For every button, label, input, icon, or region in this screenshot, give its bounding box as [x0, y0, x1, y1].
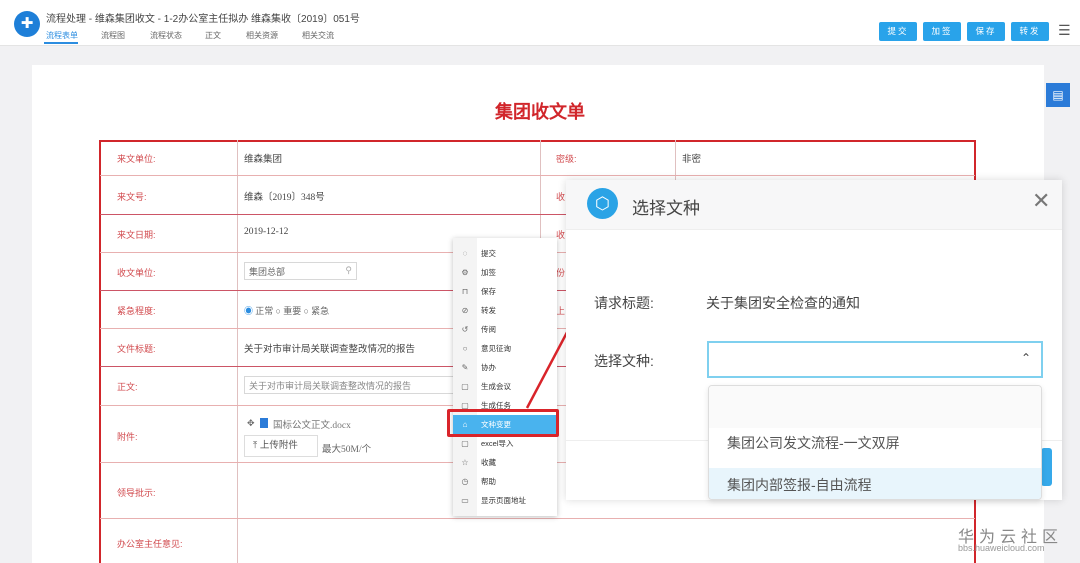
label-body: 正文: — [117, 382, 138, 392]
submit-button[interactable]: 提交 — [879, 22, 917, 41]
menu-item-forward[interactable]: ⊘ 转发 — [453, 301, 557, 320]
menu-item-save[interactable]: ⊓ 保存 — [453, 282, 557, 301]
menu-icon[interactable]: ☰ — [1058, 22, 1071, 39]
menu-item-circulate[interactable]: ↺ 传阅 — [453, 320, 557, 339]
page-title: 流程处理 - 维森集团收文 - 1-2办公室主任拟办 维森集收〔2019〕051… — [46, 14, 360, 25]
value-doc-title: 关于对市审计局关联调查整改情况的报告 — [244, 345, 416, 355]
tab-body[interactable]: 正文 — [205, 30, 221, 41]
tab-discussion[interactable]: 相关交流 — [302, 30, 334, 41]
label-right-2: 收 — [556, 230, 566, 240]
add-sign-button[interactable]: 加签 — [923, 22, 961, 41]
gear-icon: ⚙ — [461, 268, 469, 277]
value-secrecy: 非密 — [682, 155, 702, 165]
circulate-icon: ↺ — [461, 325, 469, 334]
move-icon[interactable]: ✥ — [247, 418, 255, 429]
dropdown-option-empty[interactable] — [709, 386, 1041, 428]
type-dropdown-list: 集团公司发文流程-一文双屏 集团内部签报-自由流程 — [708, 385, 1042, 500]
label-right-1: 收 — [556, 192, 566, 202]
request-title-value: 关于集团安全检查的通知 — [706, 295, 860, 311]
forward-icon: ⊘ — [461, 306, 469, 315]
chevron-up-icon: ⌃ — [1021, 351, 1032, 365]
context-menu: ◌ 提交 ⚙ 加签 ⊓ 保存 ⊘ 转发 ↺ 传阅 ○ 意见征询 ✎ 协办 ▢ 生成会议 ▢ 生成任… — [453, 238, 557, 516]
menu-item-consult[interactable]: ○ 意见征询 — [453, 339, 557, 358]
label-secrecy: 密级: — [556, 154, 577, 164]
label-right-4: 上 — [556, 306, 566, 316]
body-input[interactable]: 关于对市审计局关联调查整改情况的报告 — [244, 376, 454, 394]
receiver-input[interactable]: 集团总部 ⚲ — [244, 262, 357, 280]
label-doc-number: 来文号: — [117, 192, 147, 202]
search-icon: ⚲ — [345, 265, 352, 275]
confirm-button[interactable] — [1041, 448, 1052, 486]
urgency-radio-group: ◉ 正常 ○ 重要 ○ 紧急 — [244, 306, 330, 316]
label-right-3: 份 — [556, 268, 566, 278]
menu-item-meeting[interactable]: ▢ 生成会议 — [453, 377, 557, 396]
label-urgency: 紧急程度: — [117, 306, 156, 316]
top-bar: ✚ 流程处理 - 维森集团收文 - 1-2办公室主任拟办 维森集收〔2019〕0… — [0, 0, 1080, 46]
app-logo-icon: ✚ — [14, 11, 40, 37]
label-leader-instruction: 领导批示: — [117, 488, 156, 498]
upload-limit: 最大50M/个 — [322, 445, 372, 455]
assist-icon: ✎ — [461, 363, 469, 372]
tab-status[interactable]: 流程状态 — [150, 30, 182, 41]
label-receiver: 收文单位: — [117, 268, 156, 278]
form-title: 集团收文单 — [495, 102, 585, 122]
menu-item-add-sign[interactable]: ⚙ 加签 — [453, 263, 557, 282]
watermark-url: bbs.huaweicloud.com — [958, 543, 1045, 553]
value-date: 2019-12-12 — [244, 227, 289, 237]
menu-item-assist[interactable]: ✎ 协办 — [453, 358, 557, 377]
tab-flowchart[interactable]: 流程图 — [101, 30, 125, 41]
close-icon[interactable]: ✕ — [1032, 188, 1050, 214]
save-icon: ⊓ — [461, 287, 469, 296]
label-date: 来文日期: — [117, 230, 156, 240]
request-title-label: 请求标题: — [594, 295, 654, 311]
docx-file-icon — [260, 418, 268, 428]
dialog-header: ⬡ 选择文种 ✕ — [566, 180, 1062, 230]
select-type-label: 选择文种: — [594, 353, 654, 369]
radio-urgent[interactable]: ○ — [303, 306, 308, 316]
active-tab-indicator — [44, 42, 78, 44]
radio-normal[interactable]: ◉ — [244, 306, 253, 316]
menu-item-show-url[interactable]: ▭ 显示页面地址 — [453, 491, 557, 510]
label-attachment: 附件: — [117, 432, 138, 442]
upload-attachment-button[interactable]: ⤒ 上传附件 — [244, 435, 318, 457]
dropdown-option-group-dispatch[interactable]: 集团公司发文流程-一文双屏 — [709, 433, 1041, 453]
highlight-annotation-box — [447, 409, 559, 437]
help-icon: ◷ — [461, 477, 469, 486]
value-doc-number: 维森〔2019〕348号 — [244, 193, 325, 203]
star-icon: ☆ — [461, 458, 469, 467]
menu-item-help[interactable]: ◷ 帮助 — [453, 472, 557, 491]
cube-icon: ⬡ — [587, 188, 618, 219]
label-doc-title: 文件标题: — [117, 344, 156, 354]
label-sender: 来文单位: — [117, 154, 156, 164]
window-icon: ▭ — [461, 496, 469, 505]
forward-button[interactable]: 转发 — [1011, 22, 1049, 41]
tab-form[interactable]: 流程表单 — [46, 30, 78, 41]
type-select[interactable]: ⌃ — [707, 341, 1043, 378]
menu-item-submit[interactable]: ◌ 提交 — [453, 244, 557, 263]
value-sender: 维森集团 — [244, 155, 283, 165]
check-circle-icon: ◌ — [462, 249, 468, 258]
dialog-title: 选择文种 — [632, 199, 700, 218]
dropdown-option-internal-report[interactable]: 集团内部签报-自由流程 — [709, 468, 1041, 499]
label-director-opinion: 办公室主任意见: — [117, 539, 183, 549]
radio-important[interactable]: ○ — [276, 306, 281, 316]
comment-icon: ○ — [462, 344, 468, 353]
attachment-file-link[interactable]: 国标公文正文.docx — [273, 417, 351, 431]
meeting-icon: ▢ — [461, 382, 469, 391]
menu-item-favorite[interactable]: ☆ 收藏 — [453, 453, 557, 472]
save-button[interactable]: 保存 — [967, 22, 1005, 41]
tab-resources[interactable]: 相关资源 — [246, 30, 278, 41]
